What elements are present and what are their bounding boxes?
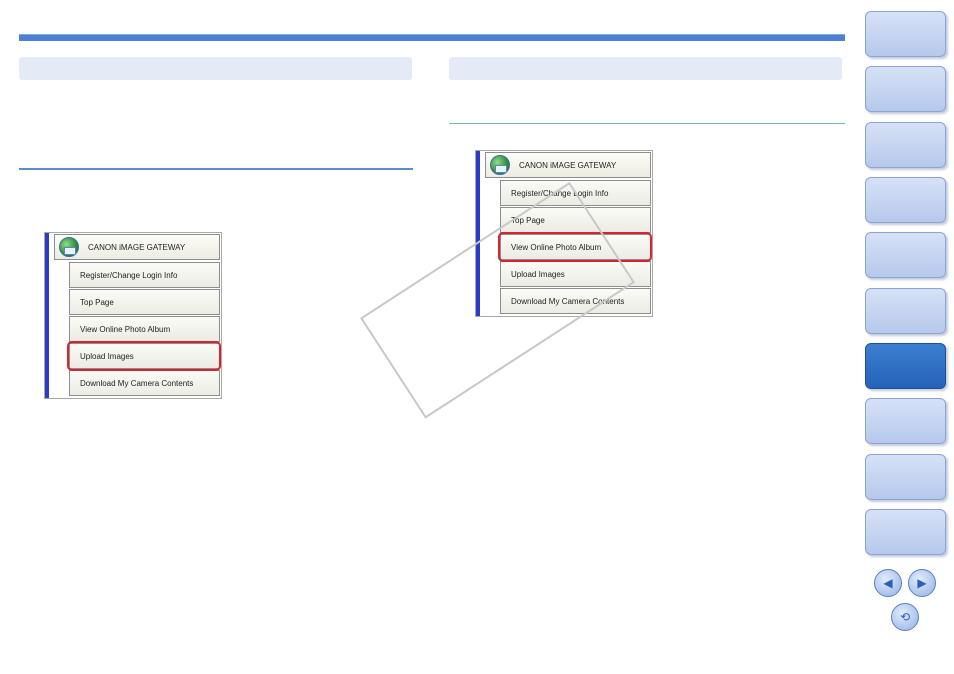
side-tab-5[interactable]	[865, 232, 946, 278]
side-tab-9[interactable]	[865, 454, 946, 500]
next-page-icon: ▶	[917, 576, 927, 590]
next-page-button[interactable]: ▶	[908, 569, 936, 597]
right-section-divider	[449, 123, 845, 124]
side-tab-8[interactable]	[865, 398, 946, 444]
gateway-globe-icon	[59, 237, 79, 257]
gateway-globe-icon	[490, 155, 510, 175]
left-section-heading-bar	[19, 57, 412, 80]
menu-item-label: View Online Photo Album	[80, 324, 171, 334]
side-tab-6[interactable]	[865, 288, 946, 334]
previous-page-button[interactable]: ◀	[874, 569, 902, 597]
left-gateway-menu: CANON iMAGE GATEWAY Register/Change Logi…	[44, 232, 222, 399]
side-tab-2[interactable]	[865, 66, 946, 112]
side-tab-3[interactable]	[865, 122, 946, 168]
menu-item-download[interactable]: Download My Camera Contents	[69, 370, 220, 396]
return-icon: ⟲	[899, 610, 911, 624]
menu-side-edge	[45, 233, 49, 398]
right-section-heading-bar	[449, 57, 842, 80]
previous-page-icon: ◀	[883, 576, 893, 590]
menu-item-label: Register/Change Login Info	[80, 270, 178, 280]
side-tab-10[interactable]	[865, 509, 946, 555]
menu-header-label: CANON iMAGE GATEWAY	[88, 242, 186, 252]
menu-header[interactable]: CANON iMAGE GATEWAY	[485, 152, 651, 178]
side-tab-7-active[interactable]	[865, 343, 946, 389]
menu-item-label: Download My Camera Contents	[80, 378, 194, 388]
menu-item-top-page[interactable]: Top Page	[69, 289, 220, 315]
menu-item-view-album[interactable]: View Online Photo Album	[69, 316, 220, 342]
menu-header[interactable]: CANON iMAGE GATEWAY	[54, 234, 220, 260]
return-button[interactable]: ⟲	[891, 603, 919, 631]
left-section-divider	[19, 168, 413, 170]
menu-header-label: CANON iMAGE GATEWAY	[519, 160, 617, 170]
header-rule	[19, 34, 845, 41]
menu-item-label: Top Page	[80, 297, 114, 307]
side-tab-1[interactable]	[865, 11, 946, 57]
menu-item-register[interactable]: Register/Change Login Info	[69, 262, 220, 288]
upload-images-highlight	[67, 341, 221, 371]
side-tab-4[interactable]	[865, 177, 946, 223]
